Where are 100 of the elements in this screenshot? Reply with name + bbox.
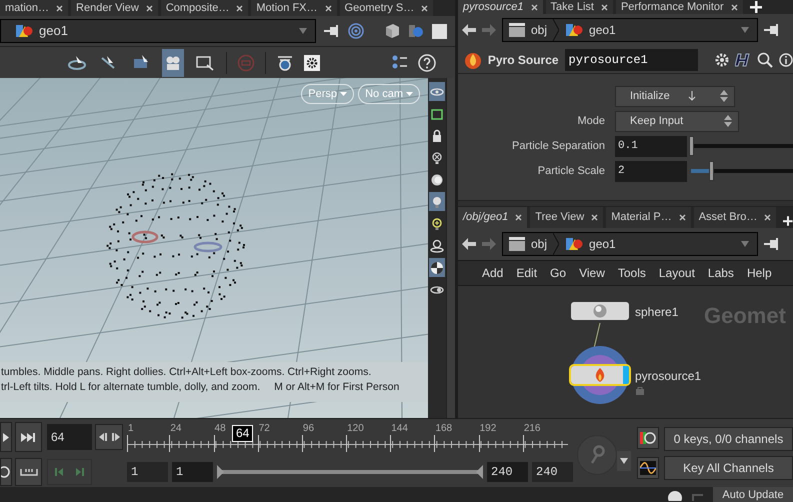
pin-icon[interactable] (764, 24, 780, 36)
back-arrow-icon[interactable] (462, 238, 476, 250)
start-frame-field[interactable]: 1 (127, 462, 168, 482)
visible-end-field[interactable]: 240 (487, 462, 528, 482)
tab[interactable]: Asset Bro… (694, 207, 776, 228)
target-icon[interactable] (348, 23, 364, 39)
tab[interactable]: Tree View (530, 207, 604, 228)
step-buttons[interactable] (95, 424, 123, 450)
network-node[interactable] (571, 366, 629, 384)
sphere-icon[interactable] (408, 23, 424, 39)
channel-list-button[interactable] (637, 427, 659, 449)
close-icon[interactable] (530, 4, 538, 10)
visible-start-field[interactable]: 1 (172, 462, 213, 482)
network-node[interactable] (571, 302, 629, 320)
menu-item[interactable]: Tools (618, 264, 646, 282)
frame-tick-label: 1 (128, 422, 134, 436)
close-icon[interactable] (764, 214, 772, 221)
timeline-ruler[interactable]: 1 24 48 64 72 96 120 144 168 192 216 (124, 421, 576, 455)
frame-field[interactable]: 64 (47, 424, 92, 450)
cube-icon[interactable] (384, 23, 400, 39)
tab[interactable]: /obj/geo1 (458, 207, 528, 228)
tab[interactable]: mation… (0, 0, 68, 16)
tab[interactable]: pyrosource1 (458, 0, 543, 14)
help-h-icon[interactable] (735, 52, 752, 68)
close-icon[interactable] (591, 214, 598, 221)
jump-to-end-button[interactable] (15, 422, 42, 452)
range-slider[interactable] (217, 464, 483, 480)
key-icon (589, 445, 605, 465)
menu-item[interactable]: Help (746, 264, 772, 282)
menu-item[interactable]: View (579, 264, 605, 282)
close-icon[interactable] (678, 214, 686, 221)
play-button[interactable] (0, 422, 12, 452)
pin-icon[interactable] (764, 238, 780, 250)
range-button[interactable] (15, 458, 42, 486)
help-icon[interactable] (418, 54, 436, 72)
initialize-button[interactable]: Initialize (615, 86, 735, 106)
key-all-channels-button[interactable]: Key All Channels (664, 456, 793, 480)
node-name-field[interactable]: pyrosource1 (564, 48, 698, 70)
gear-icon[interactable] (714, 52, 730, 68)
path-bar[interactable]: obj geo1 (502, 18, 758, 42)
close-icon[interactable] (236, 4, 244, 12)
slider-track[interactable] (691, 161, 793, 181)
menu-item[interactable]: Add (482, 264, 504, 282)
tab[interactable]: Performance Monitor (616, 0, 743, 14)
menu-item[interactable]: Go (550, 264, 566, 282)
slider-track[interactable] (691, 136, 793, 156)
add-tab-icon[interactable] (750, 1, 762, 13)
tab[interactable]: Render View (71, 0, 158, 16)
path-item[interactable]: geo1 (39, 21, 68, 41)
end-frame-field[interactable]: 240 (532, 462, 573, 482)
path-item[interactable]: obj (531, 21, 548, 39)
tab[interactable]: Take List (546, 0, 613, 14)
realtime-toggle-button[interactable] (0, 458, 12, 486)
close-icon[interactable] (146, 4, 153, 12)
dropdown-arrow-icon[interactable] (299, 28, 307, 34)
previous-key-icon (54, 468, 63, 476)
tab[interactable]: Material P… (606, 207, 691, 228)
mode-menu[interactable]: Keep Input (615, 110, 739, 132)
settings-icon[interactable] (304, 54, 320, 70)
value-field[interactable]: 2 (615, 160, 687, 182)
viewport-layout-button[interactable] (432, 24, 447, 38)
auto-update-button[interactable]: Auto Update (713, 487, 793, 502)
path-bar[interactable]: obj geo1 (502, 232, 758, 256)
path-item[interactable]: geo1 (589, 21, 616, 39)
path-item[interactable]: obj (531, 235, 548, 253)
slider-thumb[interactable] (689, 136, 694, 156)
close-icon[interactable] (600, 4, 608, 10)
search-icon[interactable] (757, 52, 774, 68)
dropdown-arrow-icon[interactable] (741, 241, 749, 247)
close-icon[interactable] (730, 4, 738, 10)
display-toggle-button[interactable] (429, 82, 445, 101)
close-icon[interactable] (515, 214, 522, 221)
display-toggle-button[interactable] (429, 258, 445, 277)
slider-thumb[interactable] (709, 161, 714, 181)
tab[interactable]: Composite… (160, 0, 248, 16)
close-icon[interactable] (421, 4, 428, 12)
back-arrow-icon[interactable] (462, 24, 476, 36)
dropdown-arrow-icon[interactable] (741, 27, 749, 33)
menu-item[interactable]: Layout (658, 264, 695, 282)
key-step-buttons[interactable] (47, 459, 92, 485)
graph-button[interactable] (637, 457, 659, 479)
menu-item[interactable]: Edit (516, 264, 538, 282)
current-frame-marker[interactable]: 64 (232, 425, 254, 442)
value-field[interactable]: 0.1 (615, 136, 687, 156)
menu-item[interactable]: Labs (708, 264, 734, 282)
info-icon[interactable] (779, 52, 793, 66)
tab[interactable]: Motion FX… (251, 0, 337, 16)
channels-icon (640, 430, 656, 446)
add-tab-icon[interactable] (783, 215, 793, 227)
tab[interactable]: Geometry S… (340, 0, 434, 16)
close-icon[interactable] (56, 4, 64, 12)
key-status-button[interactable]: 0 keys, 0/0 channels (664, 427, 793, 451)
lights-icon[interactable] (276, 54, 294, 72)
close-icon[interactable] (324, 4, 332, 12)
path-item[interactable]: geo1 (589, 235, 616, 253)
key-dropdown-button[interactable] (617, 451, 631, 471)
path-bar[interactable]: geo1 (0, 19, 316, 43)
group-list-icon[interactable] (390, 54, 408, 72)
display-toggle-button[interactable] (429, 192, 445, 211)
pin-icon[interactable] (324, 25, 340, 37)
